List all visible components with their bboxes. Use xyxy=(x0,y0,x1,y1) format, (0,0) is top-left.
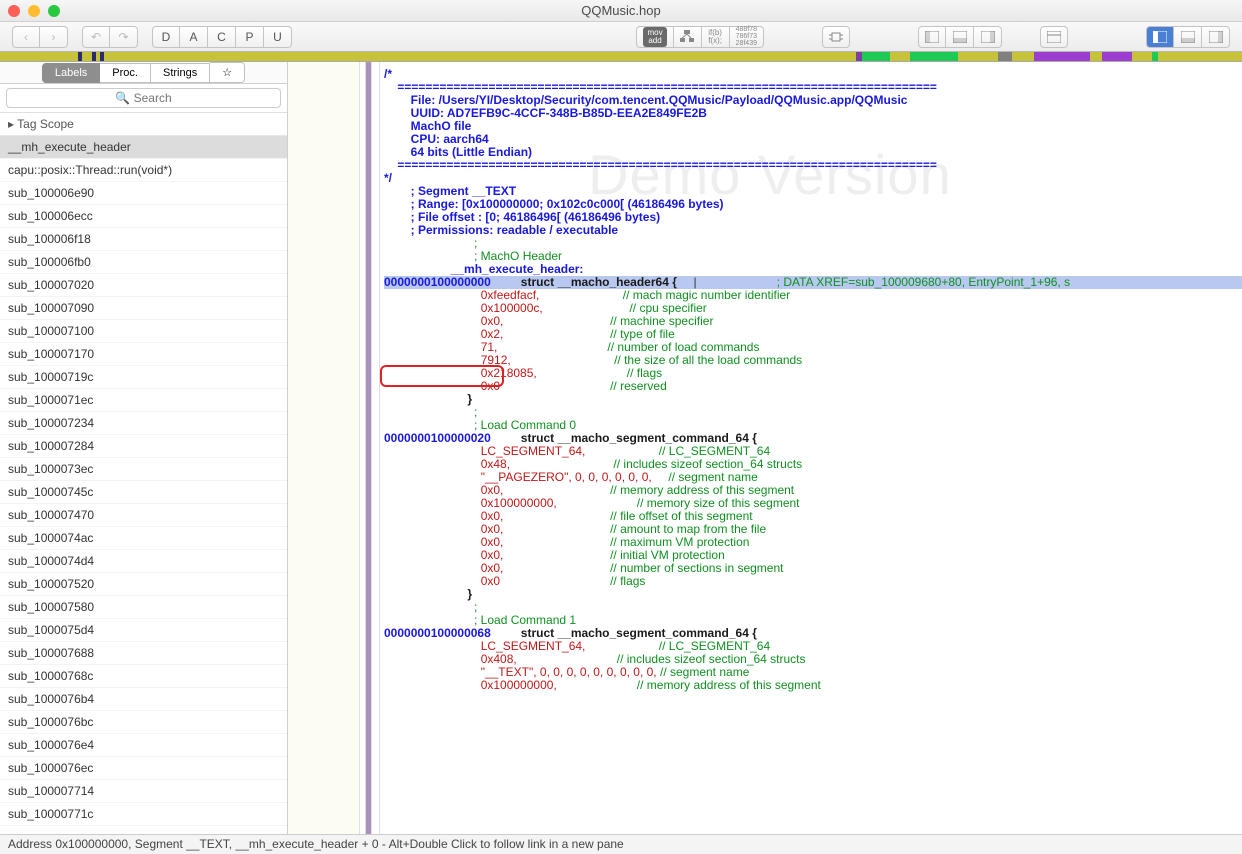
asm-mode-button[interactable]: mov add xyxy=(636,26,673,48)
label-item[interactable]: sub_100007688 xyxy=(0,642,287,665)
label-item[interactable]: sub_100007090 xyxy=(0,297,287,320)
minimap-segment[interactable] xyxy=(1132,52,1152,61)
status-bar: Address 0x100000000, Segment __TEXT, __m… xyxy=(0,834,1242,854)
layout-bottom-button[interactable] xyxy=(946,26,974,48)
label-item[interactable]: sub_100007580 xyxy=(0,596,287,619)
label-item[interactable]: sub_100006fb0 xyxy=(0,251,287,274)
back-button[interactable]: ‹ xyxy=(12,26,40,48)
label-item[interactable]: sub_1000076b4 xyxy=(0,688,287,711)
minimap-segment[interactable] xyxy=(0,52,78,61)
minimap-segment[interactable] xyxy=(1102,52,1132,61)
sidebar-bottom-toggle-button[interactable] xyxy=(1174,26,1202,48)
minimap-segment[interactable] xyxy=(998,52,1012,61)
sidebar-tab-☆[interactable]: ☆ xyxy=(210,62,245,83)
label-item[interactable]: sub_100007020 xyxy=(0,274,287,297)
label-item[interactable]: sub_100007520 xyxy=(0,573,287,596)
maximize-icon[interactable] xyxy=(48,5,60,17)
pseudo-mode-button[interactable]: if(b)f(x); xyxy=(702,26,730,48)
minimap-segment[interactable] xyxy=(890,52,910,61)
cfg-mode-button[interactable] xyxy=(674,26,702,48)
label-item[interactable]: capu::posix::Thread::run(void*) xyxy=(0,159,287,182)
label-item[interactable]: sub_1000075d4 xyxy=(0,619,287,642)
sidebar-tab-strings[interactable]: Strings xyxy=(151,63,210,83)
minimize-icon[interactable] xyxy=(28,5,40,17)
navigation-minimap[interactable] xyxy=(0,52,1242,62)
mode-P-button[interactable]: P xyxy=(236,26,264,48)
window-title: QQMusic.hop xyxy=(581,3,660,18)
code-area[interactable]: /* =====================================… xyxy=(380,62,1242,834)
label-item[interactable]: sub_100007470 xyxy=(0,504,287,527)
label-item[interactable]: sub_100007234 xyxy=(0,412,287,435)
label-item[interactable]: sub_100007714 xyxy=(0,780,287,803)
sidebar-left-toggle-button[interactable] xyxy=(1146,26,1174,48)
label-item[interactable]: sub_1000073ec xyxy=(0,458,287,481)
label-item[interactable]: sub_100007170 xyxy=(0,343,287,366)
label-item[interactable]: sub_10000745c xyxy=(0,481,287,504)
toolbar: ‹ › ↶ ↷ DACPU mov add if(b)f(x); 488f787… xyxy=(0,22,1242,52)
mode-C-button[interactable]: C xyxy=(208,26,236,48)
redo-button[interactable]: ↷ xyxy=(110,26,138,48)
label-item[interactable]: sub_10000719c xyxy=(0,366,287,389)
mode-A-button[interactable]: A xyxy=(180,26,208,48)
title-bar: QQMusic.hop xyxy=(0,0,1242,22)
mode-U-button[interactable]: U xyxy=(264,26,292,48)
label-item[interactable]: sub_1000074d4 xyxy=(0,550,287,573)
minimap-segment[interactable] xyxy=(104,52,856,61)
label-item[interactable]: sub_1000076e4 xyxy=(0,734,287,757)
layout-right-button[interactable] xyxy=(974,26,1002,48)
minimap-segment[interactable] xyxy=(958,52,998,61)
label-item[interactable]: sub_1000074ac xyxy=(0,527,287,550)
label-item[interactable]: sub_10000768c xyxy=(0,665,287,688)
label-item[interactable]: sub_1000076ec xyxy=(0,757,287,780)
chip-icon[interactable] xyxy=(822,26,850,48)
sidebar-tab-labels[interactable]: Labels xyxy=(42,63,100,83)
minimap-segment[interactable] xyxy=(1034,52,1090,61)
sidebar-tabs: LabelsProc.Strings☆ xyxy=(0,62,287,84)
mode-D-button[interactable]: D xyxy=(152,26,180,48)
label-item[interactable]: sub_100006ecc xyxy=(0,205,287,228)
search-input[interactable] xyxy=(6,88,281,108)
minimap-segment[interactable] xyxy=(1012,52,1034,61)
tag-scope-disclosure[interactable]: ▸ Tag Scope xyxy=(0,113,287,136)
disassembly-view[interactable]: Demo Version /* ========================… xyxy=(288,62,1242,834)
gutter xyxy=(288,62,380,834)
close-icon[interactable] xyxy=(8,5,20,17)
label-item[interactable]: sub_10000771c xyxy=(0,803,287,826)
minimap-segment[interactable] xyxy=(910,52,958,61)
layout-left-button[interactable] xyxy=(918,26,946,48)
minimap-segment[interactable] xyxy=(82,52,92,61)
label-item[interactable]: sub_100006f18 xyxy=(0,228,287,251)
label-item[interactable]: sub_1000071ec xyxy=(0,389,287,412)
traffic-lights xyxy=(8,5,60,17)
label-item[interactable]: sub_100007100 xyxy=(0,320,287,343)
label-item[interactable]: sub_100006e90 xyxy=(0,182,287,205)
main-area: LabelsProc.Strings☆ ▸ Tag Scope __mh_exe… xyxy=(0,62,1242,834)
minimap-segment[interactable] xyxy=(1090,52,1102,61)
panel-button[interactable] xyxy=(1040,26,1068,48)
minimap-segment[interactable] xyxy=(862,52,890,61)
sidebar-right-toggle-button[interactable] xyxy=(1202,26,1230,48)
labels-list[interactable]: __mh_execute_headercapu::posix::Thread::… xyxy=(0,136,287,834)
hex-mode-button[interactable]: 488f78786f7328f439 xyxy=(730,26,764,48)
label-item[interactable]: sub_1000076bc xyxy=(0,711,287,734)
undo-button[interactable]: ↶ xyxy=(82,26,110,48)
label-item[interactable]: __mh_execute_header xyxy=(0,136,287,159)
sidebar-tab-proc[interactable]: Proc. xyxy=(100,63,151,83)
minimap-segment[interactable] xyxy=(1158,52,1242,61)
forward-button[interactable]: › xyxy=(40,26,68,48)
sidebar: LabelsProc.Strings☆ ▸ Tag Scope __mh_exe… xyxy=(0,62,288,834)
label-item[interactable]: sub_100007284 xyxy=(0,435,287,458)
